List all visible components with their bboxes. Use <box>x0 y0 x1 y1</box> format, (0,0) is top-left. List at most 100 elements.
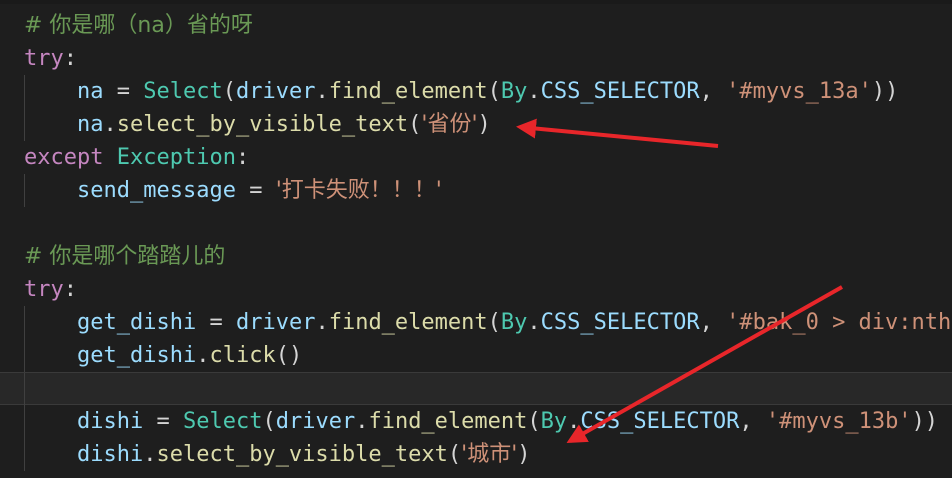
code-token: : <box>63 277 77 302</box>
code-line[interactable]: # 你是哪个踏踏儿的 <box>0 240 952 273</box>
code-token: '打卡失败！！！' <box>275 178 442 203</box>
code-line[interactable]: get_dishi.click() <box>0 339 952 372</box>
code-text: send_message = '打卡失败！！！' <box>77 174 442 207</box>
code-token: click <box>209 343 276 368</box>
code-token: find_element <box>328 79 488 104</box>
code-line[interactable]: dishi = Select(driver.find_element(By.CS… <box>0 405 952 438</box>
code-token: CSS_SELECTOR <box>540 79 700 104</box>
code-token: = <box>235 178 276 203</box>
code-token: select_by_visible_text <box>156 442 448 467</box>
code-token: '#myvs_13a' <box>726 79 872 104</box>
code-line[interactable]: except Exception: <box>0 141 952 174</box>
code-token: driver <box>275 409 356 434</box>
code-line[interactable]: na = Select(driver.find_element(By.CSS_S… <box>0 75 952 108</box>
code-token: , <box>739 409 766 434</box>
code-token: na <box>77 79 104 104</box>
code-token: na <box>77 112 104 137</box>
code-token: driver <box>235 310 316 335</box>
code-text: # 你是哪（na）省的呀 <box>24 9 253 42</box>
code-token: . <box>315 79 329 104</box>
code-token: ( <box>447 442 462 467</box>
indent-guide <box>24 108 25 141</box>
code-token: get_dishi <box>77 343 197 368</box>
code-line[interactable]: get_dishi = driver.find_element(By.CSS_S… <box>0 306 952 339</box>
code-text: get_dishi = driver.find_element(By.CSS_S… <box>77 306 952 339</box>
code-token: CSS_SELECTOR <box>540 310 700 335</box>
code-token: '#bak_0 > div:nth- <box>726 310 952 335</box>
code-line[interactable]: try: <box>0 273 952 306</box>
code-token: , <box>699 310 727 335</box>
code-token: . <box>103 112 117 137</box>
code-editor[interactable]: # 你是哪（na）省的呀 try: na = Select(driver.find_… <box>0 0 952 478</box>
indent-guide <box>24 405 25 438</box>
code-token: ( <box>487 310 501 335</box>
code-token: ) <box>517 442 531 467</box>
indent-guide <box>24 373 25 406</box>
code-token: ( <box>527 409 541 434</box>
code-line[interactable]: na.select_by_visible_text('省份') <box>0 108 952 141</box>
code-token: . <box>567 409 581 434</box>
code-token: '城市' <box>461 442 518 467</box>
code-token: Select <box>143 79 223 104</box>
code-token: find_element <box>328 310 488 335</box>
code-token: )) <box>871 79 899 104</box>
code-token: Exception <box>116 145 236 170</box>
code-token: = <box>103 79 144 104</box>
code-token: . <box>355 409 369 434</box>
code-token: driver <box>235 79 316 104</box>
code-token: By <box>500 79 528 104</box>
code-token: ) <box>477 112 491 137</box>
code-token: , <box>699 79 727 104</box>
code-line-current[interactable] <box>0 372 952 406</box>
code-text: na.select_by_visible_text('省份') <box>77 108 491 141</box>
code-line[interactable]: # 你是哪（na）省的呀 <box>0 9 952 42</box>
code-line[interactable]: try: <box>0 42 952 75</box>
code-token: select_by_visible_text <box>116 112 409 137</box>
code-text: try: <box>24 42 77 75</box>
code-text: # 你是哪个踏踏儿的 <box>24 240 225 273</box>
code-token: try <box>24 277 64 302</box>
code-line[interactable] <box>0 207 952 240</box>
code-text: get_dishi.click() <box>77 339 302 372</box>
code-token: dishi <box>77 442 144 467</box>
code-token: ( <box>487 79 501 104</box>
code-token: . <box>315 310 329 335</box>
code-token: except <box>24 145 104 170</box>
code-token: . <box>196 343 210 368</box>
indent-guide <box>24 75 25 108</box>
code-token: '#myvs_13b' <box>765 409 912 434</box>
code-text: dishi = Select(driver.find_element(By.CS… <box>77 405 938 438</box>
code-token: ( <box>262 409 276 434</box>
code-token: . <box>143 442 157 467</box>
indent-guide <box>24 174 25 207</box>
code-token: # 你是哪（na）省的呀 <box>24 13 253 38</box>
code-token: : <box>235 145 250 170</box>
code-token: get_dishi <box>77 310 197 335</box>
code-token: () <box>275 343 303 368</box>
code-token: By <box>540 409 568 434</box>
code-token: By <box>500 310 528 335</box>
code-text: dishi.select_by_visible_text('城市') <box>77 438 531 471</box>
code-token: # 你是哪个踏踏儿的 <box>24 244 226 269</box>
code-token: . <box>527 79 541 104</box>
code-line[interactable]: dishi.select_by_visible_text('城市') <box>0 438 952 471</box>
code-token: ( <box>408 112 422 137</box>
code-token: find_element <box>368 409 528 434</box>
code-line[interactable]: send_message = '打卡失败！！！' <box>0 174 952 207</box>
code-token: send_message <box>77 178 236 203</box>
code-token: . <box>527 310 541 335</box>
code-text: except Exception: <box>24 141 249 174</box>
code-text: try: <box>24 273 77 306</box>
code-token: CSS_SELECTOR <box>580 409 740 434</box>
code-token: try <box>24 46 64 71</box>
code-text: na = Select(driver.find_element(By.CSS_S… <box>77 75 898 108</box>
code-token: dishi <box>77 409 144 434</box>
indent-guide <box>24 339 25 372</box>
code-token: '省份' <box>421 112 478 137</box>
code-token: : <box>63 46 77 71</box>
indent-guide <box>24 306 25 339</box>
code-token: = <box>196 310 236 335</box>
code-token: )) <box>911 409 939 434</box>
indent-guide <box>24 438 25 471</box>
